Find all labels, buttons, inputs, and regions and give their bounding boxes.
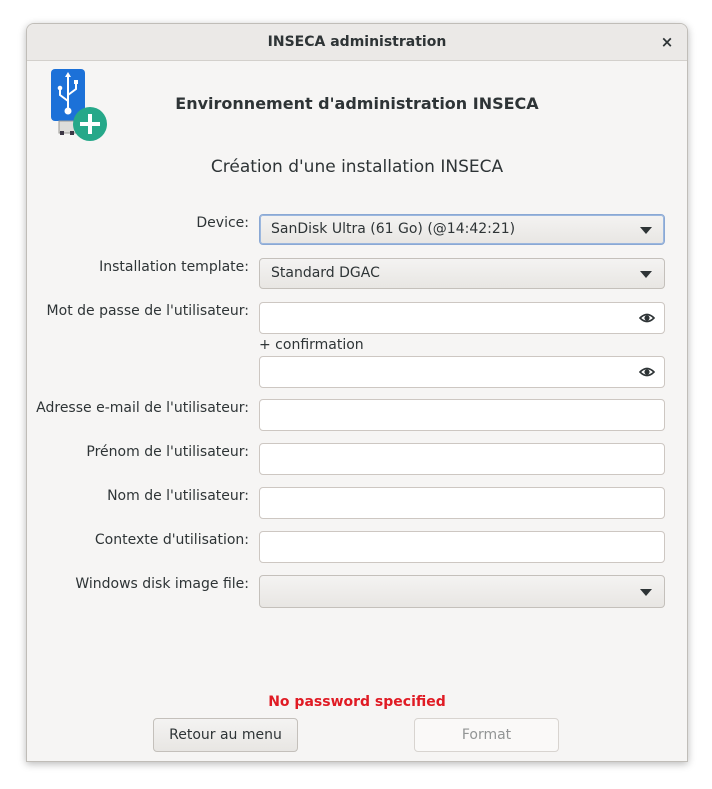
context-label: Contexte d'utilisation: [94,532,249,548]
window-title: INSECA administration [267,34,447,50]
eye-icon[interactable] [639,312,655,324]
password-confirm-field[interactable] [259,356,665,388]
template-combobox[interactable]: Standard DGAC [259,258,665,289]
title-bar[interactable]: INSECA administration × [27,24,687,61]
email-field[interactable] [259,399,665,431]
firstname-label: Prénom de l'utilisateur: [86,444,249,460]
email-input[interactable] [268,404,632,428]
dialog-window: INSECA administration × Environnement d'… [26,23,688,762]
password-input[interactable] [268,307,632,331]
email-label: Adresse e-mail de l'utilisateur: [36,400,249,416]
chevron-down-icon [640,589,652,596]
lastname-label: Nom de l'utilisateur: [107,488,249,504]
password-confirm-input[interactable] [268,361,632,385]
template-label: Installation template: [99,259,249,275]
device-combobox[interactable]: SanDisk Ultra (61 Go) (@14:42:21) [259,214,665,245]
template-value: Standard DGAC [271,265,380,281]
context-input[interactable] [268,536,632,560]
error-message: No password specified [268,694,446,710]
password-confirm-label: + confirmation [259,337,364,353]
firstname-input[interactable] [268,448,632,472]
device-label: Device: [196,215,249,231]
context-field[interactable] [259,531,665,563]
eye-icon[interactable] [639,366,655,378]
chevron-down-icon [640,271,652,278]
format-button[interactable]: Format [414,718,559,752]
windows-image-combobox[interactable] [259,575,665,608]
password-field[interactable] [259,302,665,334]
header-title: Environnement d'administration INSECA [175,94,539,113]
password-label: Mot de passe de l'utilisateur: [46,303,249,319]
close-button[interactable]: × [657,32,677,52]
lastname-field[interactable] [259,487,665,519]
device-value: SanDisk Ultra (61 Go) (@14:42:21) [271,221,516,237]
firstname-field[interactable] [259,443,665,475]
lastname-input[interactable] [268,492,632,516]
back-to-menu-button[interactable]: Retour au menu [153,718,298,752]
windows-image-label: Windows disk image file: [75,576,249,592]
chevron-down-icon [640,227,652,234]
page-subtitle: Création d'une installation INSECA [210,157,504,177]
